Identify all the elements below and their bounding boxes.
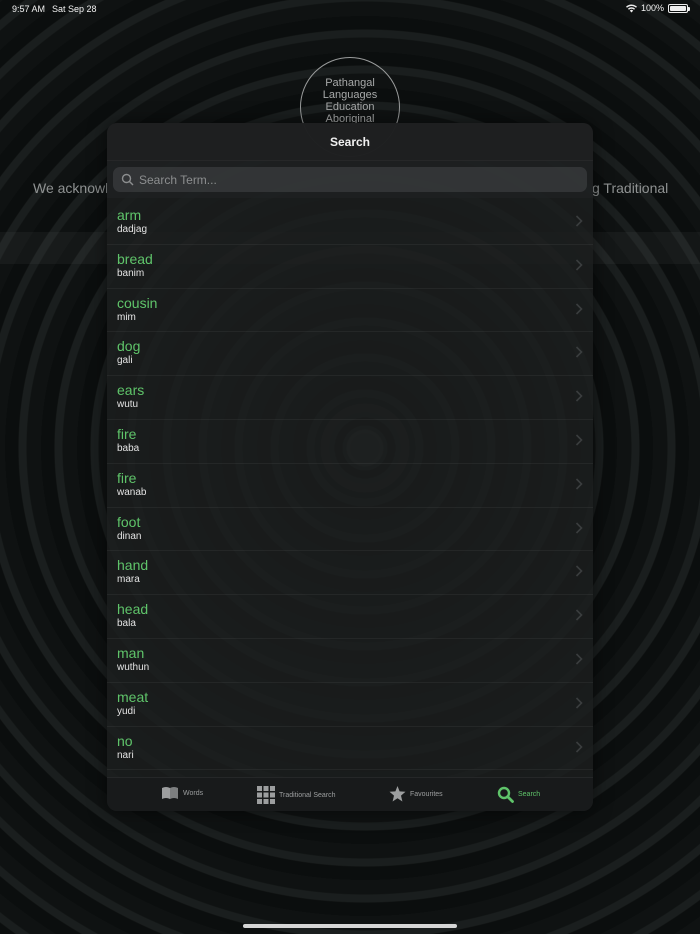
chevron-right-icon bbox=[575, 215, 583, 227]
word-translation: dinan bbox=[117, 530, 142, 542]
magnifier-icon bbox=[121, 173, 134, 186]
word-translation: baba bbox=[117, 442, 140, 454]
chevron-right-icon bbox=[575, 653, 583, 665]
word-english: meat bbox=[117, 688, 149, 705]
star-icon bbox=[389, 786, 406, 802]
word-translation: mim bbox=[117, 311, 136, 323]
status-bar: 9:57 AM Sat Sep 28 100% bbox=[0, 0, 700, 18]
chevron-right-icon bbox=[575, 609, 583, 621]
wifi-icon bbox=[625, 4, 637, 12]
chevron-right-icon bbox=[575, 390, 583, 402]
search-input[interactable] bbox=[139, 172, 587, 187]
tab-search[interactable]: Search bbox=[497, 786, 540, 803]
list-item[interactable]: cousin mim bbox=[107, 289, 593, 333]
word-translation: wanab bbox=[117, 486, 147, 498]
chevron-right-icon bbox=[575, 259, 583, 271]
home-indicator bbox=[243, 924, 457, 928]
list-item[interactable]: dog gali bbox=[107, 332, 593, 377]
word-translation: banim bbox=[117, 267, 145, 279]
list-item[interactable]: bread banim bbox=[107, 245, 593, 289]
word-english: arm bbox=[117, 207, 142, 223]
word-list: arm dadjag bread banim cousin mim dog gali ears w… bbox=[107, 201, 593, 771]
chevron-right-icon bbox=[575, 565, 583, 577]
search-modal: Search armdadjagbreadbanimcousinmimdogga… bbox=[107, 123, 593, 811]
list-item[interactable]: no nari bbox=[107, 727, 593, 771]
status-time: 9:57 AM bbox=[12, 4, 46, 14]
list-item[interactable]: fire baba bbox=[107, 420, 593, 464]
list-item[interactable]: fire wanab bbox=[107, 464, 593, 508]
search-bar bbox=[107, 161, 593, 198]
chevron-right-icon bbox=[575, 303, 583, 315]
word-english: no bbox=[117, 732, 133, 749]
search-icon bbox=[497, 786, 514, 803]
grid-icon bbox=[257, 786, 275, 804]
chevron-right-icon bbox=[575, 522, 583, 534]
word-english: hand bbox=[117, 557, 149, 574]
word-translation: dadjag bbox=[117, 224, 148, 235]
list-item[interactable]: arm dadjag bbox=[107, 201, 593, 245]
tab-traditional-search[interactable]: Traditional Search bbox=[257, 786, 336, 804]
tab-words-label: Words bbox=[183, 789, 204, 797]
word-english: man bbox=[117, 644, 145, 661]
word-translation: wuthun bbox=[117, 661, 150, 673]
list-item[interactable]: ears wutu bbox=[107, 376, 593, 420]
book-icon bbox=[162, 787, 178, 799]
chevron-right-icon bbox=[575, 346, 583, 358]
logo-line: Pathangal bbox=[325, 77, 375, 89]
status-date: Sat Sep 28 bbox=[52, 4, 97, 14]
word-translation: yudi bbox=[117, 705, 136, 717]
modal-header: Search bbox=[107, 123, 593, 161]
word-translation: nari bbox=[117, 749, 134, 761]
logo-line: Languages bbox=[322, 89, 378, 101]
modal-title: Search bbox=[329, 134, 371, 149]
acknowledgement-text-left: We acknowl bbox=[33, 180, 109, 196]
chevron-right-icon bbox=[575, 697, 583, 709]
word-translation: wutu bbox=[117, 399, 139, 411]
battery-icon bbox=[668, 3, 690, 13]
word-english: dog bbox=[117, 338, 141, 355]
word-english: fire bbox=[117, 469, 137, 486]
chevron-right-icon bbox=[575, 740, 583, 753]
word-translation: mara bbox=[117, 574, 140, 586]
list-item[interactable]: meat yudi bbox=[107, 683, 593, 727]
tab-favourites[interactable]: Favourites bbox=[389, 786, 443, 802]
tab-favourites-label: Favourites bbox=[410, 790, 443, 798]
battery-percent: 100% bbox=[640, 3, 664, 13]
word-english: bread bbox=[117, 250, 153, 267]
list-item[interactable]: man wuthun bbox=[107, 639, 593, 683]
tab-traditional-search-label: Traditional Search bbox=[279, 791, 336, 799]
word-english: foot bbox=[117, 513, 141, 530]
tab-words[interactable]: Words bbox=[161, 786, 203, 800]
chevron-right-icon bbox=[575, 478, 583, 490]
word-translation: gali bbox=[117, 355, 133, 367]
search-field[interactable] bbox=[113, 167, 587, 192]
word-english: head bbox=[117, 601, 149, 618]
word-english: ears bbox=[117, 382, 145, 399]
word-english: fire bbox=[117, 425, 137, 442]
chevron-right-icon bbox=[575, 434, 583, 446]
list-item[interactable]: foot dinan bbox=[107, 508, 593, 552]
status-right: 100% bbox=[625, 3, 690, 13]
tab-search-label: Search bbox=[518, 791, 541, 798]
list-item[interactable]: hand mara bbox=[107, 551, 593, 596]
acknowledgement-text-right: g Traditional bbox=[592, 180, 669, 196]
word-english: cousin bbox=[117, 294, 158, 311]
tab-bar: Words Traditional Search Favourites Sear… bbox=[107, 777, 593, 811]
logo-line: Education bbox=[325, 101, 375, 113]
list-item[interactable]: head bala bbox=[107, 595, 593, 639]
word-translation: bala bbox=[117, 618, 136, 630]
